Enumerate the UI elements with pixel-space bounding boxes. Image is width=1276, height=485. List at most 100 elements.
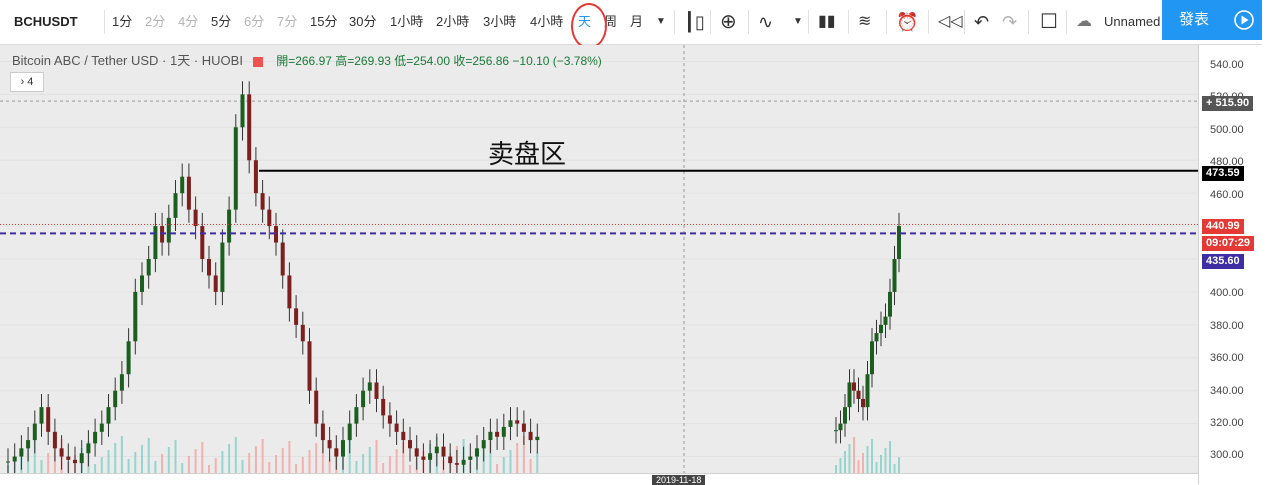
- alert-clock-icon[interactable]: ⏰: [896, 0, 918, 44]
- volume-bar: [134, 452, 137, 473]
- candle-body: [495, 431, 500, 437]
- candle-body: [106, 407, 111, 424]
- interval-10[interactable]: 3小時: [483, 0, 516, 44]
- time-axis[interactable]: 2019-11-18: [0, 473, 1198, 485]
- candle-body: [515, 420, 520, 424]
- toolbar-divider: [848, 10, 849, 34]
- candle-body: [133, 291, 138, 342]
- chart-canvas[interactable]: [0, 45, 1198, 478]
- volume-bar: [241, 460, 244, 473]
- candle-body: [501, 426, 506, 437]
- interval-3[interactable]: 5分: [211, 0, 231, 44]
- candle-body: [39, 407, 44, 424]
- toolbar-divider: [1028, 10, 1029, 34]
- volume-bar: [281, 448, 284, 473]
- candle-body: [367, 382, 372, 391]
- chevron-down-icon[interactable]: ▼: [656, 0, 666, 44]
- interval-0[interactable]: 1分: [112, 0, 132, 44]
- toolbar-divider: [748, 10, 749, 34]
- interval-14[interactable]: 月: [630, 0, 643, 44]
- redo-icon[interactable]: ↷: [1002, 0, 1017, 44]
- interval-2[interactable]: 4分: [178, 0, 198, 44]
- interval-7[interactable]: 30分: [349, 0, 376, 44]
- candle-body: [834, 430, 838, 432]
- interval-5[interactable]: 7分: [277, 0, 297, 44]
- candle-body: [414, 448, 419, 457]
- candle-body: [408, 440, 412, 449]
- candle-body: [32, 423, 37, 441]
- volume-bar: [839, 458, 842, 473]
- indicator-collapse-button[interactable]: › 4: [10, 72, 44, 92]
- candle-body: [843, 407, 847, 424]
- volume-bar: [375, 440, 378, 473]
- volume-bar: [880, 455, 882, 473]
- axis-tick: 500.00: [1210, 124, 1244, 136]
- candle-body: [267, 209, 272, 227]
- toolbar-divider: [808, 10, 809, 34]
- candle-body: [481, 440, 486, 449]
- volume-bar: [382, 463, 385, 473]
- volume-bar: [368, 447, 371, 473]
- volume-bar: [201, 442, 204, 473]
- symbol-search[interactable]: BCHUSDT: [14, 0, 78, 44]
- fullscreen-icon[interactable]: ☐: [1040, 0, 1058, 44]
- volume-bar: [47, 453, 50, 473]
- volume-bar: [362, 454, 365, 473]
- candle-body: [19, 448, 24, 457]
- candle-body: [475, 448, 479, 457]
- candle-body: [381, 398, 386, 416]
- candle-body: [461, 459, 466, 465]
- interval-1[interactable]: 2分: [145, 0, 165, 44]
- compare-icon[interactable]: ∿: [758, 0, 773, 44]
- candle-body: [354, 407, 359, 424]
- interval-4[interactable]: 6分: [244, 0, 264, 44]
- layout-name[interactable]: Unnamed: [1104, 0, 1160, 44]
- candle-body: [852, 382, 856, 391]
- toolbar-divider: [886, 10, 887, 34]
- replay-icon[interactable]: ◁◁: [938, 0, 963, 44]
- interval-9[interactable]: 2小時: [436, 0, 469, 44]
- volume-bar: [167, 447, 170, 473]
- publish-button[interactable]: 發表: [1162, 0, 1226, 40]
- interval-11[interactable]: 4小時: [530, 0, 563, 44]
- candle-body: [334, 448, 339, 457]
- candle-body: [213, 275, 218, 292]
- chevron-down-icon[interactable]: ▼: [793, 0, 803, 44]
- templates-icon[interactable]: ≋: [858, 0, 871, 44]
- volume-bar: [141, 445, 143, 473]
- volume-bar: [395, 449, 398, 473]
- flag-icon[interactable]: [252, 56, 263, 67]
- right-edge: [1262, 0, 1276, 484]
- volume-bar: [857, 460, 860, 473]
- candle-body: [294, 308, 299, 325]
- axis-tick: 300.00: [1210, 449, 1244, 461]
- candle-body: [314, 390, 319, 424]
- candle-body: [361, 390, 366, 408]
- candle-body: [535, 436, 540, 441]
- volume-bar: [496, 464, 499, 473]
- interval-8[interactable]: 1小時: [390, 0, 423, 44]
- volume-bar: [388, 456, 391, 473]
- axis-tick: 380.00: [1210, 320, 1244, 332]
- volume-bar: [848, 444, 851, 473]
- candle-body: [146, 259, 151, 276]
- candle-body: [454, 463, 459, 465]
- price-chart[interactable]: [0, 45, 1198, 478]
- candle-body: [879, 324, 883, 334]
- volume-bar: [94, 464, 97, 473]
- candle-body: [856, 390, 861, 399]
- undo-icon[interactable]: ↶: [974, 0, 989, 44]
- volume-bar: [871, 439, 873, 473]
- add-indicator-icon[interactable]: ⊕: [720, 0, 737, 44]
- bar-indicator-icon[interactable]: ▮▮: [818, 0, 836, 44]
- candle-body: [86, 443, 91, 454]
- volume-bar: [308, 450, 311, 473]
- volume-bar: [248, 453, 251, 473]
- candle-body: [892, 259, 897, 292]
- interval-6[interactable]: 15分: [310, 0, 337, 44]
- dashed-line-label: 435.60: [1202, 254, 1244, 269]
- candle-body: [508, 420, 513, 427]
- candle-style-icon[interactable]: ┃▯: [684, 0, 705, 44]
- play-button[interactable]: [1226, 0, 1262, 40]
- play-icon: [1234, 10, 1254, 30]
